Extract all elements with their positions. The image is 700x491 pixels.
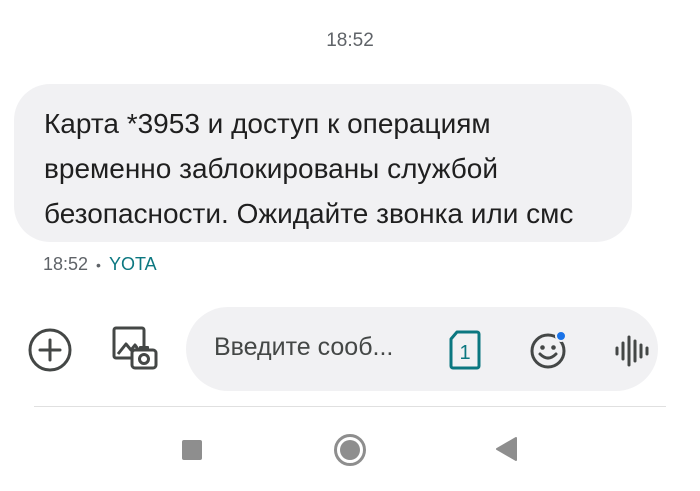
recents-square-icon (182, 440, 202, 460)
message-sender: YOTA (108, 254, 157, 274)
messages-screen: 18:52 Карта *3953 и доступ к операциям в… (0, 0, 700, 491)
emoji-icon (530, 330, 567, 369)
sim-slot-number: 1 (459, 342, 470, 364)
message-bubble[interactable]: Карта *3953 и доступ к операциям временн… (14, 84, 632, 242)
message-line: временно заблокированы службой (44, 153, 499, 184)
gallery-button[interactable] (108, 322, 160, 374)
message-line: безопасности. Ожидайте звонка или смс (44, 198, 574, 229)
sim-select-button[interactable]: 1 (448, 329, 482, 371)
nav-divider (34, 406, 666, 407)
home-button[interactable] (332, 432, 368, 468)
add-attachment-button[interactable] (26, 326, 74, 374)
message-time: 18:52 (43, 254, 89, 274)
voice-waveform-icon (615, 335, 649, 367)
message-line: Карта *3953 и доступ к операциям (44, 108, 491, 139)
compose-bar: Введите сооб... 1 (186, 307, 658, 391)
sim-card-icon: 1 (449, 330, 481, 370)
recents-button[interactable] (178, 436, 206, 464)
notification-dot (555, 330, 567, 342)
message-meta: 18:52 • YOTA (43, 254, 157, 275)
back-triangle-icon (496, 437, 517, 461)
gallery-camera-icon (112, 326, 158, 370)
message-input[interactable]: Введите сооб... (214, 333, 432, 367)
voice-message-button[interactable] (612, 333, 652, 369)
home-circle-icon (334, 434, 366, 466)
emoji-button[interactable] (528, 329, 570, 371)
meta-separator: • (96, 256, 101, 273)
back-button[interactable] (492, 434, 520, 464)
conversation-time-header: 18:52 (326, 30, 374, 51)
add-circle-icon (28, 328, 72, 372)
